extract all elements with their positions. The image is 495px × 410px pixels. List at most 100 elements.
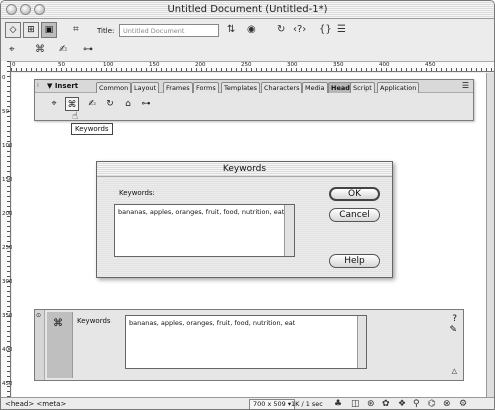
ruler-tick: 450 <box>2 381 13 387</box>
help-button[interactable]: Help <box>329 254 380 268</box>
ruler-tick: 300 <box>2 279 13 285</box>
status-bar: <head> <meta> 700 x 509 ▾ 1K / 1 sec ♣ ◫… <box>1 397 494 409</box>
keywords-head-icon[interactable]: ⌘ <box>35 43 45 57</box>
keywords-textarea[interactable]: bananas, apples, oranges, fruit, food, n… <box>114 204 295 257</box>
document-toolbar: ◇ ⊞ ▣ ⌗ Title: Untitled Document ⇅ ◉ ↻ ‹… <box>1 19 494 41</box>
title-label: Title: <box>97 27 115 35</box>
document-vertical-scrollbar[interactable] <box>486 73 494 397</box>
site-icon[interactable]: ♣ <box>334 399 342 409</box>
insert-panel: ⁞ ▼ Insert Common Layout Frames Forms Te… <box>34 79 474 121</box>
edit-icon[interactable]: ✎ <box>449 325 457 335</box>
ruler-tick: 50 <box>2 109 9 115</box>
insert-panel-header: ⁞ ▼ Insert Common Layout Frames Forms Te… <box>35 80 473 93</box>
behaviors-icon[interactable]: ❖ <box>398 399 406 409</box>
cancel-button[interactable]: Cancel <box>329 208 380 222</box>
file-management-icon[interactable]: ⇅ <box>227 23 235 37</box>
dialog-title: Keywords <box>222 164 267 174</box>
base-icon[interactable]: ⌂ <box>121 97 135 111</box>
ruler-tick: 200 <box>2 211 13 217</box>
code-navigation-icon[interactable]: {} <box>319 23 332 37</box>
tab-templates[interactable]: Templates <box>221 82 261 93</box>
link-icon[interactable]: ⊶ <box>139 97 153 111</box>
download-stats: 1K / 1 sec <box>291 400 323 408</box>
tag-selector[interactable]: <head> <meta> <box>5 400 66 408</box>
keywords-tag-icon: ⌘ <box>53 318 63 329</box>
tab-application[interactable]: Application <box>377 82 420 93</box>
view-split-button[interactable]: ⊞ <box>23 22 39 38</box>
insert-panel-title[interactable]: ▼ Insert <box>47 82 78 90</box>
textarea-scrollbar[interactable] <box>284 205 294 256</box>
meta-icon[interactable]: ⌖ <box>47 97 61 111</box>
css-icon[interactable]: ✿ <box>382 399 390 409</box>
ruler-tick: 350 <box>2 313 13 319</box>
help-icon[interactable]: ? <box>452 314 457 324</box>
keywords-inspector-textarea[interactable]: bananas, apples, oranges, fruit, food, n… <box>125 315 367 369</box>
view-options-icon[interactable]: ☰ <box>337 23 346 37</box>
tab-layout[interactable]: Layout <box>131 82 160 93</box>
ruler-tick: 450 <box>425 62 436 68</box>
refresh-icon[interactable]: ↻ <box>277 23 285 37</box>
keywords-text: bananas, apples, oranges, fruit, food, n… <box>118 208 285 216</box>
view-code-button[interactable]: ◇ <box>5 22 21 38</box>
title-field[interactable]: Untitled Document <box>119 24 219 37</box>
ruler-tick: 400 <box>379 62 390 68</box>
ruler-tick: 250 <box>241 62 252 68</box>
view-design-button[interactable]: ▣ <box>41 22 57 38</box>
window-size-menu[interactable]: 700 x 509 ▾ <box>249 399 296 409</box>
history-icon[interactable]: ⚲ <box>413 399 420 409</box>
keywords-tag-iconbox: ⌘ <box>47 312 73 378</box>
keywords-label: Keywords: <box>119 189 155 197</box>
window-title: Untitled Document (Untitled-1*) <box>167 4 328 15</box>
keywords-icon[interactable]: ⌘ <box>65 97 79 111</box>
description-icon[interactable]: ✍ <box>85 97 99 111</box>
templates-icon[interactable]: ⚙ <box>459 399 467 409</box>
tooltip: Keywords <box>71 123 113 135</box>
tab-forms[interactable]: Forms <box>193 82 219 93</box>
collapse-icon[interactable]: ⊙ <box>36 312 41 319</box>
tab-characters[interactable]: Characters <box>261 82 303 93</box>
keywords-dialog: Keywords Keywords: bananas, apples, oran… <box>96 161 393 278</box>
ruler-tick: 300 <box>287 62 298 68</box>
live-data-icon[interactable]: ⌗ <box>73 23 79 37</box>
expand-arrow-icon[interactable]: △ <box>452 366 457 376</box>
tab-frames[interactable]: Frames <box>163 82 193 93</box>
code-inspector-icon[interactable]: ⌬ <box>428 399 436 409</box>
ruler-tick: 400 <box>2 347 13 353</box>
description-head-icon[interactable]: ✍ <box>59 43 67 57</box>
ruler-tick: 100 <box>103 62 114 68</box>
gripper-icon[interactable]: ⁞ <box>37 82 39 89</box>
panel-options-icon[interactable]: ☰ <box>462 81 469 90</box>
keywords-inspector-text: bananas, apples, oranges, fruit, food, n… <box>129 319 296 327</box>
vertical-ruler: 0 50 100 150 200 250 300 350 400 450 <box>1 61 13 397</box>
html-icon[interactable]: ⊛ <box>367 399 375 409</box>
keywords-inspector-label: Keywords <box>77 317 111 325</box>
tab-media[interactable]: Media <box>302 82 328 93</box>
view-design-icon: ▣ <box>44 25 54 35</box>
tab-script[interactable]: Script <box>350 82 375 93</box>
ruler-tick: 100 <box>2 143 13 149</box>
link-head-icon[interactable]: ⊶ <box>83 43 93 57</box>
meta-head-icon[interactable]: ⌖ <box>9 43 15 57</box>
gripper-icon[interactable]: ⊙ <box>35 310 45 380</box>
view-code-icon: ◇ <box>9 25 17 35</box>
ruler-tick: 0 <box>12 62 16 68</box>
property-inspector: ⊙ ⌘ Keywords bananas, apples, oranges, f… <box>34 309 464 381</box>
document-window: Untitled Document (Untitled-1*) ◇ ⊞ ▣ ⌗ … <box>0 0 495 410</box>
ruler-tick: 50 <box>58 62 65 68</box>
ok-button[interactable]: OK <box>329 187 380 201</box>
ruler-tick: 0 <box>2 75 6 81</box>
timelines-icon[interactable]: ⊗ <box>443 399 451 409</box>
dialog-title-bar[interactable]: Keywords <box>97 162 392 177</box>
tab-common[interactable]: Common <box>96 82 132 93</box>
pointer-cursor-icon: ☝ <box>72 111 79 122</box>
preview-browser-icon[interactable]: ◉ <box>247 23 256 37</box>
ruler-tick: 250 <box>2 245 13 251</box>
assets-icon[interactable]: ◫ <box>351 399 360 409</box>
ruler-tick: 350 <box>333 62 344 68</box>
inspector-textarea-scrollbar[interactable] <box>357 316 366 368</box>
ruler-tick: 150 <box>149 62 160 68</box>
refresh-icon[interactable]: ↻ <box>103 97 117 111</box>
ruler-tick: 200 <box>195 62 206 68</box>
title-bar[interactable]: Untitled Document (Untitled-1*) <box>1 1 494 19</box>
reference-icon[interactable]: ‹?› <box>293 23 306 37</box>
